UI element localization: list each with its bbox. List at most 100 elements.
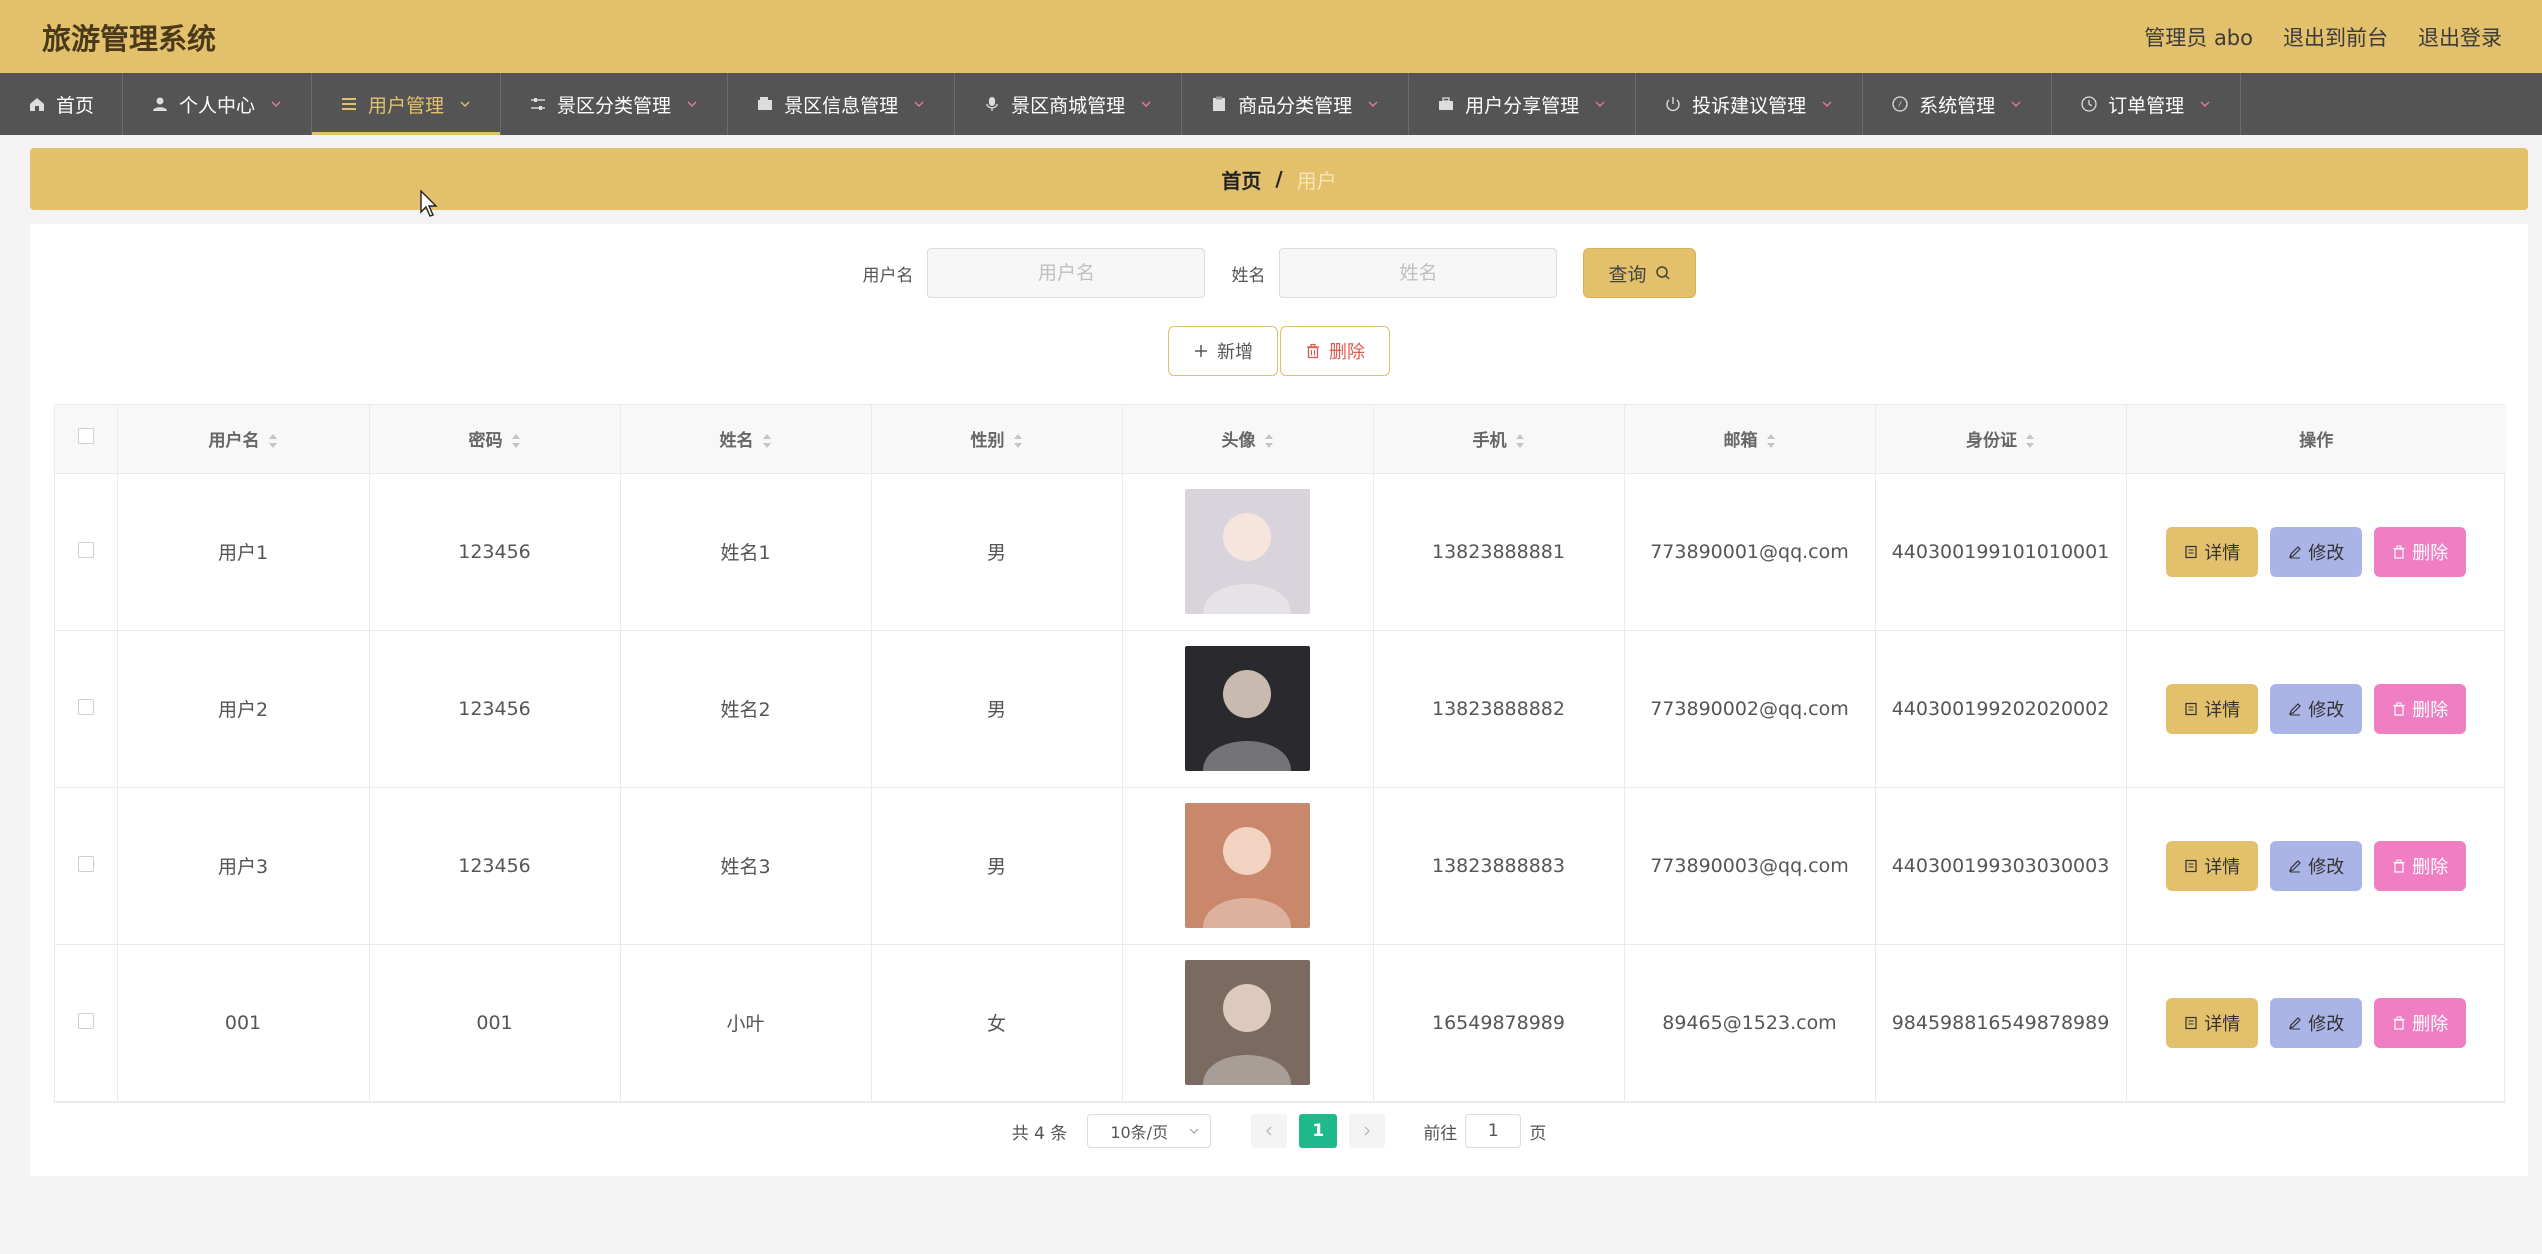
column-header-label: 操作 bbox=[2299, 431, 2334, 452]
column-header-label: 头像 bbox=[1221, 431, 1256, 452]
logout-link[interactable]: 退出登录 bbox=[2418, 22, 2502, 52]
back-to-front-link[interactable]: 退出到前台 bbox=[2283, 22, 2388, 52]
delete-button[interactable]: 删除 bbox=[2374, 526, 2467, 577]
page-size-select[interactable]: 10条/页 bbox=[1087, 1114, 1212, 1148]
goto-page-input[interactable] bbox=[1465, 1114, 1522, 1148]
delete-button-label: 删除 bbox=[2412, 1013, 2449, 1035]
detail-button[interactable]: 详情 bbox=[2166, 997, 2259, 1048]
prev-page-button[interactable] bbox=[1251, 1114, 1288, 1148]
detail-button-label: 详情 bbox=[2204, 1013, 2241, 1035]
cell-gender: 女 bbox=[871, 944, 1123, 1102]
chevron-down-icon bbox=[2011, 101, 2021, 107]
column-header-0[interactable]: 用户名 bbox=[117, 405, 370, 474]
cell-name: 姓名2 bbox=[620, 630, 872, 788]
select-all-cell bbox=[55, 405, 118, 474]
detail-button[interactable]: 详情 bbox=[2166, 840, 2259, 891]
select-all-checkbox[interactable] bbox=[77, 428, 94, 445]
edit-button[interactable]: 修改 bbox=[2270, 683, 2363, 734]
column-header-4[interactable]: 头像 bbox=[1122, 405, 1374, 474]
nav-item-label: 订单管理 bbox=[2108, 94, 2185, 117]
cell-name: 姓名1 bbox=[620, 473, 872, 631]
bulk-delete-button[interactable]: 删除 bbox=[1280, 326, 1390, 376]
delete-button[interactable]: 删除 bbox=[2374, 840, 2467, 891]
add-button[interactable]: 新增 bbox=[1168, 326, 1278, 376]
cell-username: 001 bbox=[117, 944, 370, 1102]
nav-item-3[interactable]: 景区分类管理 bbox=[501, 73, 729, 135]
nav-item-9[interactable]: 系统管理 bbox=[1863, 73, 2053, 135]
sort-icon[interactable] bbox=[1766, 433, 1776, 449]
sort-icon[interactable] bbox=[762, 433, 772, 449]
breadcrumb-separator: / bbox=[1275, 167, 1283, 191]
column-header-6[interactable]: 邮箱 bbox=[1624, 405, 1876, 474]
nav-item-8[interactable]: 投诉建议管理 bbox=[1636, 73, 1864, 135]
nav-item-label: 首页 bbox=[56, 94, 95, 117]
nav-item-0[interactable]: 首页 bbox=[0, 73, 124, 135]
sort-icon[interactable] bbox=[2025, 433, 2035, 449]
nav-item-label: 个人中心 bbox=[179, 94, 256, 117]
table-row: 用户2 123456 姓名2 男 13823888882 773890002@qq.com… bbox=[55, 630, 2506, 788]
avatar bbox=[1185, 489, 1310, 614]
cell-actions: 详情 修改 删除 bbox=[2126, 630, 2506, 788]
chevron-down-icon bbox=[1189, 1128, 1199, 1134]
edit-button[interactable]: 修改 bbox=[2270, 997, 2363, 1048]
sort-icon[interactable] bbox=[1013, 433, 1023, 449]
cell-username: 用户1 bbox=[117, 473, 370, 631]
nav-item-7[interactable]: 用户分享管理 bbox=[1409, 73, 1637, 135]
document-icon bbox=[2185, 545, 2197, 558]
nav-item-5[interactable]: 景区商城管理 bbox=[955, 73, 1183, 135]
nav-item-label: 景区商城管理 bbox=[1011, 94, 1126, 117]
list-icon bbox=[342, 98, 357, 110]
row-checkbox[interactable] bbox=[77, 698, 94, 715]
delete-button[interactable]: 删除 bbox=[2374, 997, 2467, 1048]
detail-button[interactable]: 详情 bbox=[2166, 526, 2259, 577]
detail-button[interactable]: 详情 bbox=[2166, 683, 2259, 734]
page-number-1[interactable]: 1 bbox=[1299, 1114, 1338, 1148]
edit-button-label: 修改 bbox=[2308, 542, 2345, 564]
avatar bbox=[1185, 803, 1310, 928]
column-header-1[interactable]: 密码 bbox=[369, 405, 621, 474]
edit-button[interactable]: 修改 bbox=[2270, 526, 2363, 577]
app-title: 旅游管理系统 bbox=[42, 21, 217, 56]
nav-item-10[interactable]: 订单管理 bbox=[2052, 73, 2242, 135]
nav-item-1[interactable]: 个人中心 bbox=[123, 73, 313, 135]
sort-icon[interactable] bbox=[1515, 433, 1525, 449]
clock-icon bbox=[2081, 96, 2097, 112]
chevron-left-icon bbox=[1266, 1126, 1272, 1136]
sort-icon[interactable] bbox=[268, 433, 278, 449]
trash-icon bbox=[2393, 1016, 2405, 1030]
query-button[interactable]: 查询 bbox=[1583, 248, 1696, 298]
nav-item-2[interactable]: 用户管理 bbox=[312, 73, 502, 135]
cell-password: 123456 bbox=[369, 787, 621, 945]
sort-icon[interactable] bbox=[1264, 433, 1274, 449]
microphone-icon bbox=[986, 97, 998, 111]
username-search-input[interactable] bbox=[927, 248, 1206, 298]
breadcrumb-current: 用户 bbox=[1296, 168, 1337, 193]
column-header-5[interactable]: 手机 bbox=[1373, 405, 1625, 474]
cell-email: 773890002@qq.com bbox=[1624, 630, 1876, 788]
nav-item-4[interactable]: 景区信息管理 bbox=[728, 73, 956, 135]
name-search-input[interactable] bbox=[1279, 248, 1558, 298]
column-header-2[interactable]: 姓名 bbox=[620, 405, 872, 474]
row-checkbox[interactable] bbox=[77, 541, 94, 558]
pencil-icon bbox=[2289, 702, 2302, 715]
cell-actions: 详情 修改 删除 bbox=[2126, 473, 2506, 631]
chevron-down-icon bbox=[687, 101, 697, 107]
sort-icon[interactable] bbox=[511, 433, 521, 449]
edit-button[interactable]: 修改 bbox=[2270, 840, 2363, 891]
next-page-button[interactable] bbox=[1349, 1114, 1386, 1148]
breadcrumb-home[interactable]: 首页 bbox=[1221, 165, 1261, 194]
chevron-down-icon bbox=[2200, 101, 2210, 107]
plus-icon bbox=[1195, 345, 1207, 357]
column-header-7[interactable]: 身份证 bbox=[1875, 405, 2127, 474]
nav-item-6[interactable]: 商品分类管理 bbox=[1182, 73, 1410, 135]
pencil-icon bbox=[2289, 859, 2302, 872]
trash-icon bbox=[2393, 545, 2405, 559]
row-checkbox[interactable] bbox=[77, 855, 94, 872]
delete-button[interactable]: 删除 bbox=[2374, 683, 2467, 734]
cell-avatar bbox=[1122, 630, 1374, 788]
cell-phone: 16549878989 bbox=[1373, 944, 1625, 1102]
row-checkbox[interactable] bbox=[77, 1012, 94, 1029]
table-header-row: 用户名 密码 姓名 性别 头像 手机 邮箱 身份证 操作 bbox=[55, 405, 2506, 474]
goto-prefix: 前往 bbox=[1423, 1123, 1458, 1144]
column-header-3[interactable]: 性别 bbox=[871, 405, 1123, 474]
